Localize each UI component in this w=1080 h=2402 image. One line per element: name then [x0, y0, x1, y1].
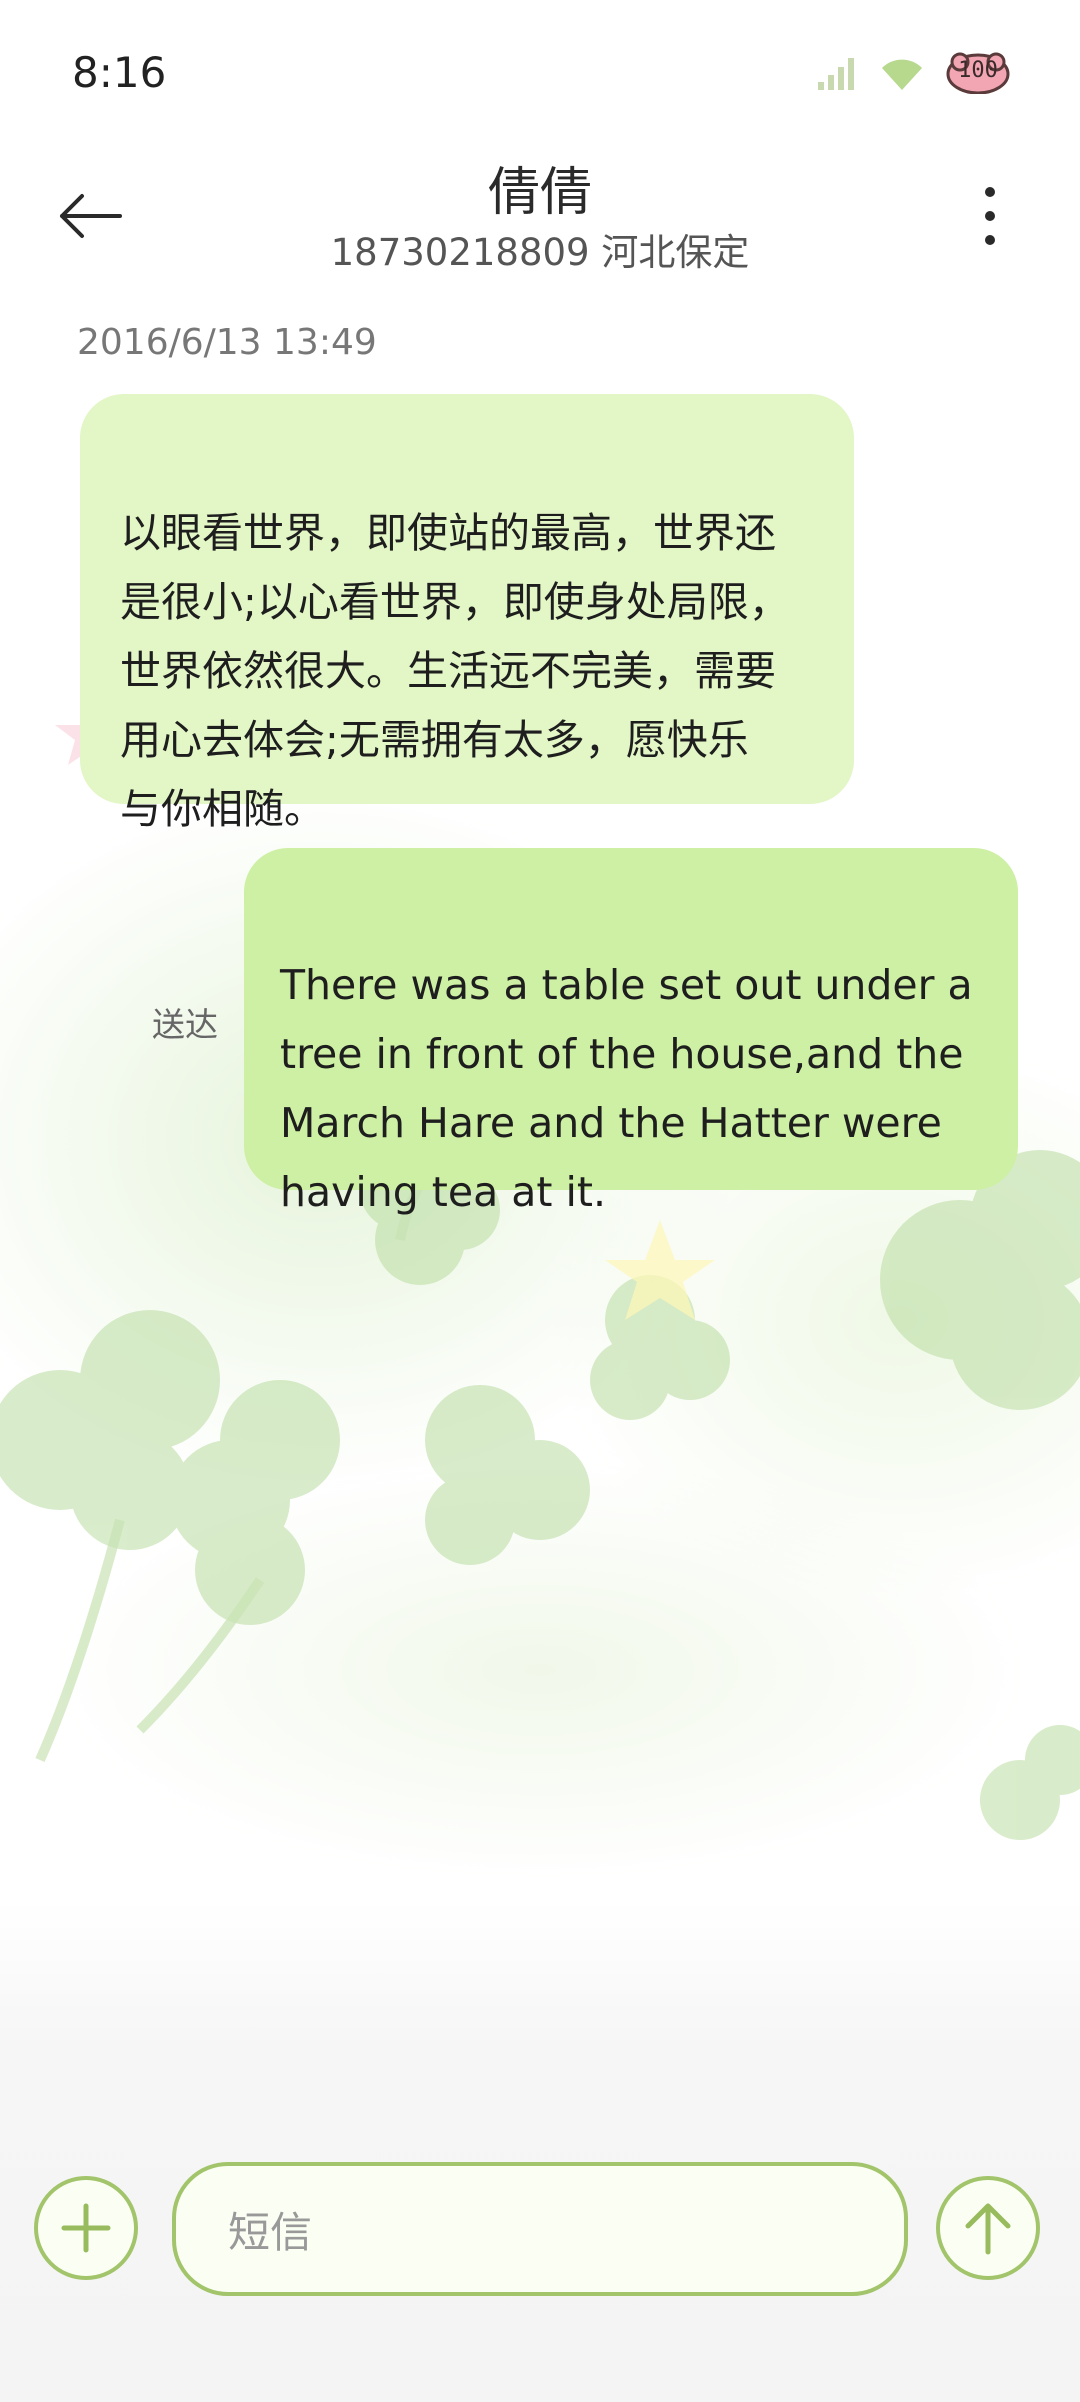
battery-level: 100 — [958, 58, 998, 83]
contact-name: 倩倩 — [487, 163, 592, 223]
more-vertical-icon[interactable] — [960, 180, 1020, 252]
clock: 8:16 — [72, 48, 167, 97]
sms-input[interactable]: 短信 — [172, 2162, 908, 2296]
sms-input-placeholder: 短信 — [228, 2207, 313, 2257]
add-attachment-button[interactable] — [34, 2176, 138, 2280]
battery-icon: 100 — [946, 52, 1010, 95]
wifi-icon — [882, 59, 922, 90]
conversation-header: 倩倩 18730218809 河北保定 — [0, 140, 1080, 290]
send-button[interactable] — [936, 2176, 1040, 2280]
send-arrow-icon — [965, 2203, 1011, 2255]
status-icons: 100 — [818, 52, 1010, 95]
status-bar: 8:16 100 — [0, 0, 1080, 150]
message-text: 以眼看世界，即使站的最高，世界还 是很小;以心看世界，即使身处局限， 世界依然很… — [120, 509, 790, 833]
outgoing-message-bubble[interactable]: There was a table set out under a tree i… — [244, 848, 1018, 1216]
message-text: There was a table set out under a tree i… — [280, 961, 973, 1216]
delivery-status: 送达 — [152, 1005, 218, 1044]
contact-detail: 18730218809 河北保定 — [330, 231, 750, 274]
signal-icon — [818, 58, 854, 90]
plus-icon — [61, 2203, 111, 2253]
incoming-message-bubble[interactable]: 以眼看世界，即使站的最高，世界还 是很小;以心看世界，即使身处局限， 世界依然很… — [80, 394, 854, 833]
message-composer: 短信 — [0, 2130, 1080, 2330]
message-timestamp: 2016/6/13 13:49 — [77, 322, 377, 363]
